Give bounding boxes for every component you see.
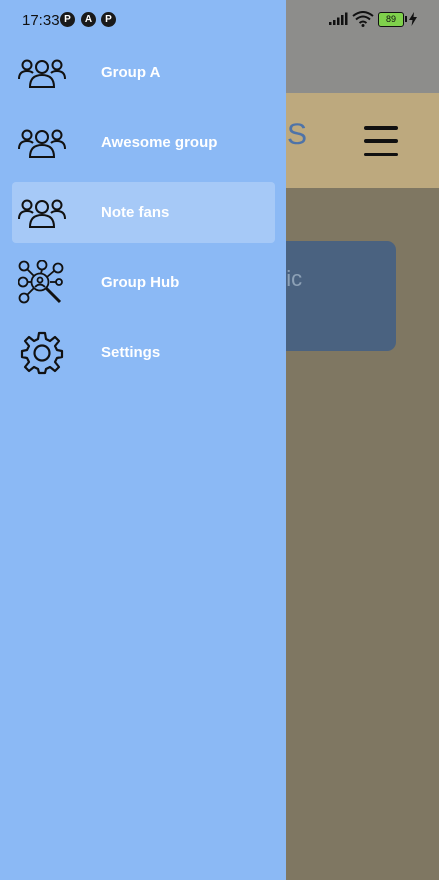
status-time: 17:33 — [22, 12, 60, 29]
drawer-item-label: Awesome group — [101, 134, 218, 151]
notification-icon: A — [81, 12, 96, 27]
drawer-item-label: Note fans — [101, 204, 170, 221]
wifi-icon — [352, 11, 374, 27]
notification-icon: P — [101, 12, 116, 27]
group-icon — [18, 190, 66, 236]
group-icon — [18, 120, 66, 166]
notification-icon: P — [60, 12, 75, 27]
charging-bolt-icon — [409, 12, 417, 26]
signal-icon — [329, 12, 348, 25]
background-title: S — [287, 118, 309, 151]
drawer-item-settings[interactable]: Settings — [12, 322, 275, 383]
network-search-icon — [18, 260, 66, 306]
drawer-item-label: Settings — [101, 344, 161, 361]
navigation-drawer: Group A Awesome group Note fans Group Hu… — [0, 0, 286, 880]
gear-icon — [18, 330, 66, 376]
drawer-item-awesome-group[interactable]: Awesome group — [12, 112, 275, 173]
battery-icon: 89 — [378, 12, 404, 27]
status-bar: 17:33 P A P 89 — [0, 0, 439, 40]
drawer-item-note-fans[interactable]: Note fans — [12, 182, 275, 243]
battery-tip — [405, 16, 407, 22]
drawer-item-group-a[interactable]: Group A — [12, 42, 275, 103]
drawer-item-label: Group A — [101, 64, 161, 81]
group-icon — [18, 50, 66, 96]
drawer-item-label: Group Hub — [101, 274, 180, 291]
drawer-item-group-hub[interactable]: Group Hub — [12, 252, 275, 313]
hamburger-menu-icon[interactable] — [364, 126, 398, 156]
